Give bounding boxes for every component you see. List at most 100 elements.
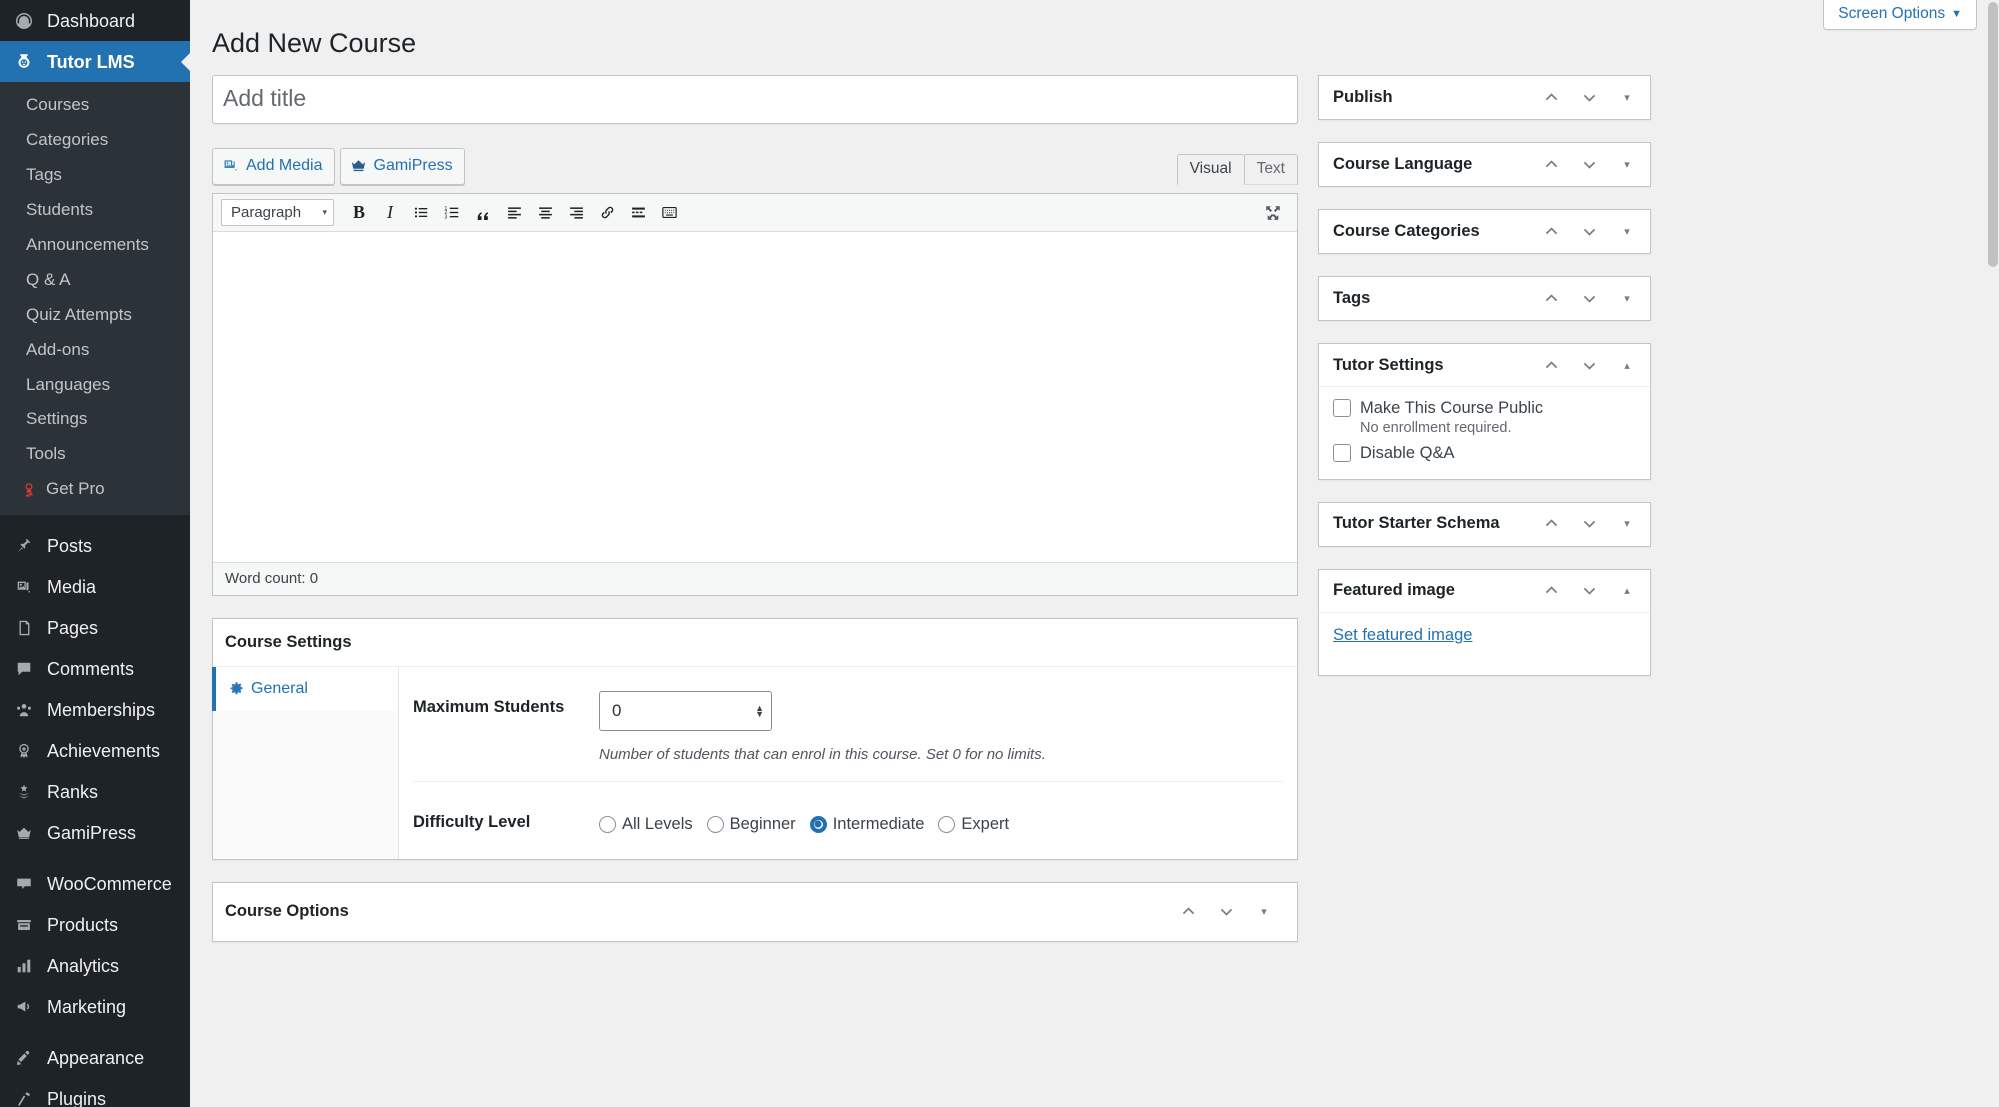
numbered-list-button[interactable]: 123	[438, 199, 466, 226]
italic-button[interactable]: I	[376, 199, 404, 226]
bulleted-list-button[interactable]	[407, 199, 435, 226]
sidebar-item-analytics[interactable]: Analytics	[0, 945, 190, 986]
toolbar-toggle-button[interactable]	[655, 199, 683, 226]
move-down-icon[interactable]	[1570, 278, 1608, 318]
submenu-label: Courses	[26, 94, 89, 117]
checkbox-make-course-public[interactable]: Make This Course Public	[1333, 397, 1636, 419]
move-down-icon[interactable]	[1207, 892, 1245, 932]
move-up-icon[interactable]	[1532, 345, 1570, 385]
insert-read-more-button[interactable]	[624, 199, 652, 226]
maximum-students-field: ▲ ▼ Number of students that can enrol in…	[599, 691, 1283, 763]
submenu-item-quiz-attempts[interactable]: Quiz Attempts	[0, 298, 190, 333]
submenu-item-qa[interactable]: Q & A	[0, 263, 190, 298]
radio-expert[interactable]: Expert	[938, 815, 1009, 834]
move-up-icon[interactable]	[1532, 504, 1570, 544]
submenu-item-courses[interactable]: Courses	[0, 88, 190, 123]
add-media-button[interactable]: Add Media	[212, 148, 335, 185]
sidebar-item-ranks[interactable]: Ranks	[0, 771, 190, 812]
ribbon-icon	[20, 481, 38, 499]
move-up-icon[interactable]	[1532, 77, 1570, 117]
radio-all-levels[interactable]: All Levels	[599, 815, 693, 834]
metabox-tutor-settings-header[interactable]: Tutor Settings ▴	[1319, 344, 1650, 387]
move-down-icon[interactable]	[1570, 345, 1608, 385]
paragraph-format-select[interactable]: Paragraph ▾	[221, 199, 334, 226]
tab-general[interactable]: General	[212, 667, 398, 711]
move-down-icon[interactable]	[1570, 211, 1608, 251]
submenu-item-tags[interactable]: Tags	[0, 158, 190, 193]
toggle-panel-icon[interactable]: ▾	[1608, 144, 1646, 184]
toggle-panel-icon[interactable]: ▾	[1608, 77, 1646, 117]
sidebar-item-comments[interactable]: Comments	[0, 648, 190, 689]
metabox-tags-header[interactable]: Tags ▾	[1319, 277, 1650, 320]
move-up-icon[interactable]	[1532, 278, 1570, 318]
align-right-button[interactable]	[562, 199, 590, 226]
radio-intermediate[interactable]: Intermediate	[810, 815, 925, 834]
move-down-icon[interactable]	[1570, 504, 1608, 544]
move-up-icon[interactable]	[1532, 144, 1570, 184]
sidebar-item-label: Dashboard	[47, 12, 135, 30]
metabox-publish-header[interactable]: Publish ▾	[1319, 76, 1650, 119]
admin-sidebar: Dashboard Tutor LMS Courses Categories T…	[0, 0, 190, 1107]
move-down-icon[interactable]	[1570, 77, 1608, 117]
tab-text[interactable]: Text	[1244, 154, 1298, 185]
move-down-icon[interactable]	[1570, 144, 1608, 184]
submenu-item-announcements[interactable]: Announcements	[0, 228, 190, 263]
sidebar-item-dashboard[interactable]: Dashboard	[0, 0, 190, 41]
sidebar-item-media[interactable]: Media	[0, 566, 190, 607]
sidebar-item-memberships[interactable]: Memberships	[0, 689, 190, 730]
toggle-panel-icon[interactable]: ▾	[1608, 504, 1646, 544]
metabox-featured-image-header[interactable]: Featured image ▴	[1319, 570, 1650, 613]
align-center-button[interactable]	[531, 199, 559, 226]
sidebar-item-woocommerce[interactable]: WooCommerce	[0, 863, 190, 904]
submenu-label: Q & A	[26, 269, 70, 292]
page-scrollbar-track[interactable]	[1987, 0, 1999, 1107]
radio-beginner[interactable]: Beginner	[707, 815, 796, 834]
toggle-panel-icon[interactable]: ▾	[1608, 278, 1646, 318]
radio-indicator	[938, 816, 955, 833]
checkbox-label: Disable Q&A	[1360, 442, 1454, 464]
handle-actions: ▴	[1532, 345, 1646, 385]
submenu-item-languages[interactable]: Languages	[0, 368, 190, 403]
bold-button[interactable]: B	[345, 199, 373, 226]
sidebar-item-posts[interactable]: Posts	[0, 525, 190, 566]
checkbox-disable-qa[interactable]: Disable Q&A	[1333, 442, 1636, 464]
sidebar-item-plugins[interactable]: Plugins	[0, 1078, 190, 1107]
sidebar-item-products[interactable]: Products	[0, 904, 190, 945]
sidebar-item-pages[interactable]: Pages	[0, 607, 190, 648]
fullscreen-toggle-button[interactable]	[1259, 200, 1287, 227]
toggle-panel-icon[interactable]: ▾	[1608, 211, 1646, 251]
toggle-panel-icon[interactable]: ▴	[1608, 345, 1646, 385]
move-up-icon[interactable]	[1532, 211, 1570, 251]
submenu-item-addons[interactable]: Add-ons	[0, 333, 190, 368]
metabox-tutor-starter-schema-header[interactable]: Tutor Starter Schema ▾	[1319, 503, 1650, 546]
sidebar-item-appearance[interactable]: Appearance	[0, 1037, 190, 1078]
metabox-title: Tutor Settings	[1333, 354, 1444, 377]
maximum-students-input[interactable]	[599, 691, 772, 731]
course-title-input[interactable]	[223, 79, 1287, 120]
submenu-item-tools[interactable]: Tools	[0, 437, 190, 472]
metabox-course-language-header[interactable]: Course Language ▾	[1319, 143, 1650, 186]
page-scrollbar-thumb[interactable]	[1988, 2, 1998, 267]
blockquote-button[interactable]	[469, 199, 497, 226]
submenu-item-get-pro[interactable]: Get Pro	[0, 472, 190, 507]
move-up-icon[interactable]	[1532, 571, 1570, 611]
submenu-item-students[interactable]: Students	[0, 193, 190, 228]
number-stepper[interactable]: ▲ ▼	[755, 705, 764, 717]
gamipress-button[interactable]: GamiPress	[340, 148, 465, 185]
sidebar-item-gamipress[interactable]: GamiPress	[0, 812, 190, 853]
tab-visual[interactable]: Visual	[1177, 154, 1245, 185]
move-down-icon[interactable]	[1570, 571, 1608, 611]
submenu-item-categories[interactable]: Categories	[0, 123, 190, 158]
set-featured-image-link[interactable]: Set featured image	[1333, 626, 1472, 644]
editor-content-area[interactable]	[213, 232, 1297, 562]
toggle-panel-icon[interactable]: ▴	[1608, 571, 1646, 611]
submenu-item-settings[interactable]: Settings	[0, 402, 190, 437]
sidebar-item-achievements[interactable]: Achievements	[0, 730, 190, 771]
toggle-panel-icon[interactable]: ▾	[1245, 892, 1283, 932]
move-up-icon[interactable]	[1169, 892, 1207, 932]
sidebar-item-marketing[interactable]: Marketing	[0, 986, 190, 1027]
sidebar-item-tutor-lms[interactable]: Tutor LMS	[0, 41, 190, 82]
align-left-button[interactable]	[500, 199, 528, 226]
link-button[interactable]	[593, 199, 621, 226]
metabox-course-categories-header[interactable]: Course Categories ▾	[1319, 210, 1650, 253]
